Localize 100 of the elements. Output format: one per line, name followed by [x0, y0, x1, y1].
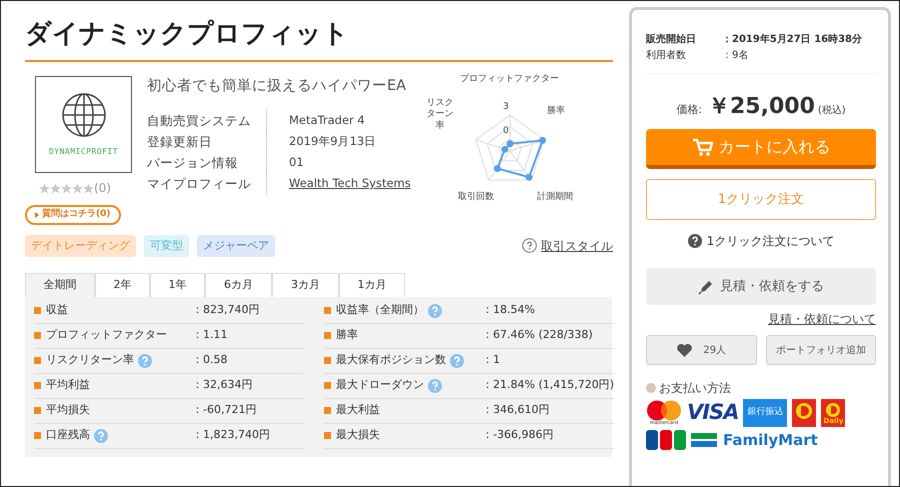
data-point [526, 174, 533, 181]
stat-label: 口座残高 [46, 427, 90, 444]
stat-label: 収益率（全期間） [336, 302, 424, 318]
bullet-icon [324, 357, 331, 364]
stat-value: ：18.54% [482, 302, 535, 318]
meta-label: 利用者数 [646, 48, 687, 63]
page-title: ダイナミックプロフィット [25, 19, 613, 62]
price-label: 価格: [676, 102, 702, 118]
stat-value: ：1,823,740円 [192, 427, 270, 444]
stat-label: 収益 [46, 302, 68, 318]
bullet-icon [34, 407, 41, 414]
bullet-icon [34, 357, 41, 364]
trade-style-link[interactable]: 取引スタイル [522, 236, 613, 255]
stat-label: 最大保有ポジション数 [336, 352, 446, 368]
like-button[interactable]: 29人 [646, 335, 756, 365]
period-tab[interactable]: 1年 [150, 273, 205, 297]
review-count: (0) [94, 180, 111, 198]
info-label: 登録更新日 [147, 130, 267, 152]
tag: デイトレーディング [25, 234, 136, 258]
period-tab[interactable]: 1カ月 [339, 273, 405, 297]
tax-note: (税込) [818, 104, 846, 118]
stat-value: ：346,610円 [482, 402, 550, 418]
globe-icon [60, 92, 106, 138]
quote-info-link[interactable]: 見積・依頼について [768, 312, 876, 326]
stat-value: ：1 [482, 352, 500, 368]
visa-logo: VISA [687, 399, 738, 426]
info-value: 01 [289, 154, 304, 169]
axis-label: 計測期間 [537, 192, 573, 204]
d-mark-icon [825, 402, 842, 418]
bullet-icon [34, 307, 41, 314]
stat-label: 平均損失 [46, 402, 90, 418]
axis-label: 勝率 [547, 106, 565, 118]
meta-value: ：2019年5月27日 16時38分 [722, 32, 862, 47]
data-point [494, 165, 501, 172]
stat-value: ：-366,986円 [482, 427, 554, 444]
bullet-icon [324, 307, 331, 314]
axis-label: 取引回数 [458, 192, 494, 204]
portfolio-button[interactable]: ポートフォリオ追加 [766, 335, 876, 365]
stat-label: 最大利益 [336, 402, 380, 418]
help-icon [522, 238, 537, 254]
bullet-icon [34, 332, 41, 340]
logo-text: DYNAMICPROFIT [48, 146, 118, 158]
info-label: マイプロフィール [147, 172, 267, 194]
heart-icon [676, 342, 694, 358]
period-tab[interactable]: 2年 [95, 273, 150, 297]
stat-label: 平均利益 [46, 377, 90, 394]
bullet-icon [324, 382, 331, 390]
stat-label: 最大ドローダウン [336, 377, 424, 394]
stat-label: プロフィットファクター [46, 327, 167, 344]
bank-transfer-logo: 銀行振込 [743, 399, 788, 427]
stat-value: ：0.58 [192, 352, 228, 368]
bullet-icon [34, 432, 41, 440]
help-icon [450, 354, 464, 368]
tag: メジャーペア [197, 234, 275, 258]
stat-value: ：1.11 [192, 327, 228, 344]
info-value: 2019年9月13日 [289, 134, 376, 148]
cart-icon [692, 137, 714, 157]
price: ￥25,000 [708, 93, 815, 121]
help-icon [428, 378, 442, 393]
help-icon [688, 234, 702, 248]
help-icon [138, 354, 152, 368]
meta-value: ：9名 [722, 49, 748, 63]
bullet-icon [646, 383, 656, 393]
bullet-icon [324, 432, 331, 440]
one-click-help-link[interactable]: 1クリック注文について [706, 232, 834, 250]
data-point [539, 137, 546, 144]
period-tab[interactable]: 3カ月 [272, 273, 339, 297]
meta-label: 販売開始日 [646, 32, 697, 47]
info-label: バージョン情報 [147, 152, 267, 173]
stat-value: ：32,634円 [192, 377, 252, 394]
tick-label: 0 [503, 126, 509, 138]
circles-icon [646, 400, 682, 421]
card-logo-icon [646, 430, 686, 450]
catchphrase: 初心者でも簡単に扱えるハイパワーEA [147, 76, 408, 96]
pen-icon [698, 278, 714, 294]
stat-label: 最大損失 [336, 427, 380, 444]
quote-button[interactable]: 見積・依頼をする [646, 268, 876, 305]
info-label: 自動売買システム [147, 110, 267, 131]
info-value: MetaTrader 4 [289, 112, 365, 127]
tag: 可変型 [144, 234, 189, 258]
stat-value: ：-60,721円 [192, 402, 256, 418]
profile-link[interactable]: Wealth Tech Systems [289, 176, 411, 190]
period-tab[interactable]: 6カ月 [205, 273, 272, 297]
period-tab[interactable]: 全期間 [25, 273, 95, 297]
radar-grid [475, 114, 545, 181]
stat-label: 勝率 [336, 327, 358, 344]
help-icon [94, 428, 108, 443]
bullet-icon [324, 332, 331, 340]
axis-label: リスクターン率 [425, 98, 454, 132]
stat-value: ：823,740円 [192, 302, 260, 318]
help-icon [428, 304, 442, 318]
bullet-icon [324, 407, 331, 414]
stripes-icon [691, 433, 717, 447]
axis-label: プロフィットファクター [460, 74, 559, 86]
bullet-icon [34, 382, 41, 390]
familymart-logo: FamilyMart [691, 430, 818, 450]
tick-label: 3 [503, 102, 509, 114]
stat-label: リスクリターン率 [46, 352, 134, 368]
triangle-icon [35, 212, 39, 218]
store-logo-icon [792, 399, 816, 427]
